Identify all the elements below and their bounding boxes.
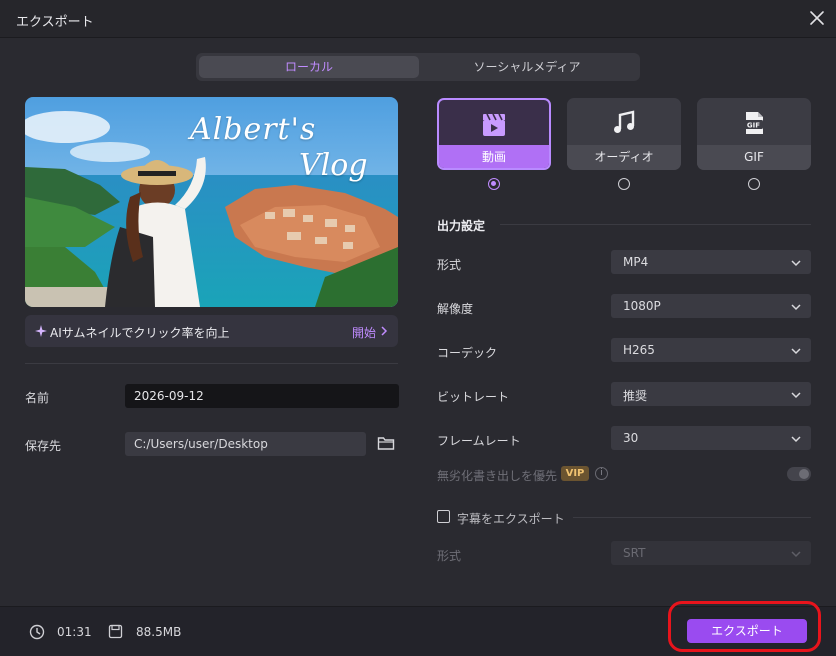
subtitle-format-select: SRT (611, 541, 811, 565)
chevron-down-icon (791, 433, 801, 443)
tab-social-media[interactable]: ソーシャルメディア (417, 56, 637, 78)
divider (25, 363, 398, 364)
duration-text: 01:31 (57, 625, 92, 639)
format-radio-gif[interactable] (748, 178, 760, 190)
ai-thumbnail-label: AIサムネイルでクリック率を向上 (50, 326, 230, 340)
resolution-value: 1080P (623, 299, 661, 313)
svg-text:GIF: GIF (747, 122, 760, 130)
format-card-video[interactable]: 動画 (437, 98, 551, 170)
export-subtitles-checkbox[interactable] (437, 510, 450, 523)
sparkle-icon (34, 324, 48, 338)
info-icon[interactable]: i (595, 467, 608, 480)
format-card-audio[interactable]: オーディオ (567, 98, 681, 170)
format-select[interactable]: MP4 (611, 250, 811, 274)
output-settings-heading: 出力設定 (437, 219, 486, 233)
subtitle-format-label: 形式 (437, 549, 462, 563)
resolution-label: 解像度 (437, 302, 474, 316)
title-bar: エクスポート (0, 0, 836, 38)
framerate-select[interactable]: 30 (611, 426, 811, 450)
music-note-icon (611, 110, 637, 136)
format-card-audio-label: オーディオ (567, 145, 681, 170)
bitrate-label: ビットレート (437, 390, 510, 404)
save-location-label: 保存先 (25, 439, 62, 453)
divider (500, 224, 811, 225)
divider (573, 517, 811, 518)
framerate-value: 30 (623, 431, 639, 445)
format-label: 形式 (437, 258, 462, 272)
format-card-gif[interactable]: GIF GIF (697, 98, 811, 170)
chevron-down-icon (791, 389, 801, 399)
subtitle-format-value: SRT (623, 546, 646, 560)
video-thumbnail: Albert's Vlog (25, 97, 398, 307)
format-radio-audio[interactable] (618, 178, 630, 190)
framerate-label: フレームレート (437, 434, 521, 448)
tab-local[interactable]: ローカル (199, 56, 419, 78)
video-clapper-icon (481, 112, 507, 138)
chevron-down-icon (791, 345, 801, 355)
ai-thumbnail-start-link[interactable]: 開始 (352, 324, 376, 341)
format-card-video-label: 動画 (439, 145, 549, 168)
lossless-export-toggle[interactable] (787, 467, 811, 481)
window-title: エクスポート (16, 15, 94, 30)
codec-select[interactable]: H265 (611, 338, 811, 362)
codec-value: H265 (623, 343, 655, 357)
codec-label: コーデック (437, 346, 498, 360)
bitrate-value: 推奨 (623, 389, 648, 403)
thumbnail-title-line2: Vlog (299, 148, 368, 183)
clock-icon (29, 624, 45, 640)
file-name-input[interactable]: 2026-09-12 (125, 384, 399, 408)
chevron-down-icon (791, 301, 801, 311)
format-value: MP4 (623, 255, 649, 269)
chevron-down-icon (791, 257, 801, 267)
export-subtitles-label: 字幕をエクスポート (457, 512, 565, 526)
save-disk-icon (108, 624, 123, 639)
resolution-select[interactable]: 1080P (611, 294, 811, 318)
folder-icon[interactable] (377, 435, 395, 451)
close-icon[interactable] (808, 9, 826, 27)
export-target-tabs: ローカル ソーシャルメディア (196, 53, 640, 81)
file-size-text: 88.5MB (136, 625, 182, 639)
format-card-gif-label: GIF (697, 145, 811, 170)
chevron-down-icon (791, 548, 801, 558)
export-button[interactable]: エクスポート (687, 619, 807, 643)
lossless-export-label: 無劣化書き出しを優先 (437, 469, 558, 483)
chevron-right-icon (379, 325, 389, 337)
thumbnail-title-line1: Albert's (190, 112, 317, 147)
bitrate-select[interactable]: 推奨 (611, 382, 811, 406)
format-radio-video[interactable] (488, 178, 500, 190)
save-path-input[interactable]: C:/Users/user/Desktop (125, 432, 366, 456)
ai-thumbnail-banner[interactable]: AIサムネイルでクリック率を向上 開始 (25, 315, 398, 347)
name-label: 名前 (25, 391, 50, 405)
gif-file-icon: GIF (741, 110, 767, 136)
vip-badge: VIP (561, 466, 589, 481)
